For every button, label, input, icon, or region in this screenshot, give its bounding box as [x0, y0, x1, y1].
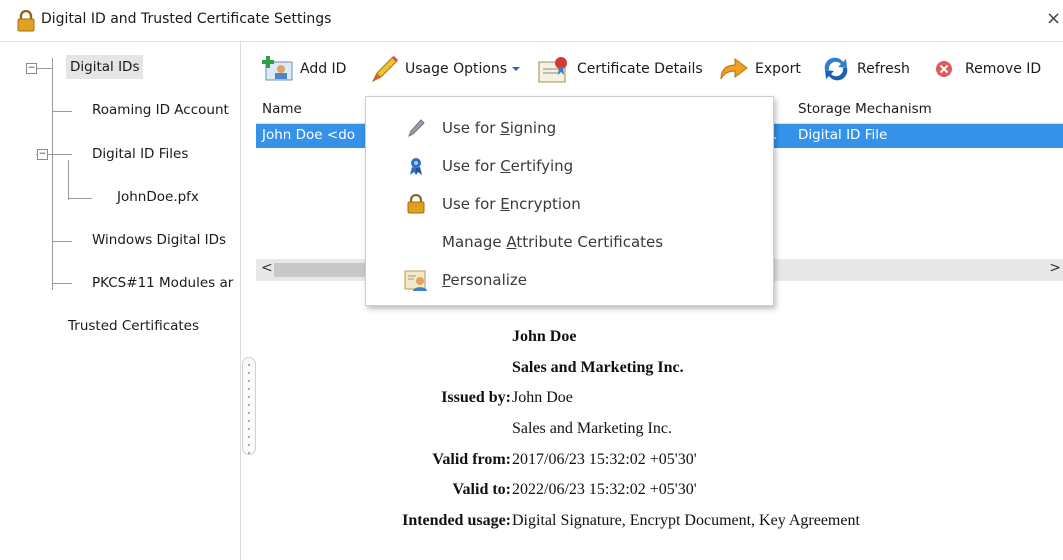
certificate-icon — [538, 57, 567, 83]
menu-item-use-for-encryption[interactable]: Use for Encryption — [366, 185, 773, 223]
usage-options-button[interactable]: Usage Options — [369, 55, 521, 83]
lock-icon — [17, 10, 35, 32]
menu-item-use-for-certifying[interactable]: Use for Certifying — [366, 147, 773, 185]
add-id-label: Add ID — [300, 61, 347, 77]
tree-connector — [68, 160, 69, 200]
collapse-toggle[interactable]: − — [26, 63, 37, 74]
tree-item-trusted-certificates[interactable]: Trusted Certificates — [68, 318, 199, 334]
splitter-grip[interactable] — [242, 357, 256, 455]
menu-item-label: Use for Signing — [442, 119, 557, 137]
export-label: Export — [755, 61, 801, 77]
chevron-down-icon — [512, 67, 521, 71]
column-header-storage[interactable]: Storage Mechanism — [798, 101, 932, 117]
menu-item-label: Use for Certifying — [442, 157, 574, 175]
scroll-thumb[interactable] — [274, 263, 374, 277]
menu-item-label: Use for Encryption — [442, 195, 581, 213]
tree-item-digital-ids[interactable]: Digital IDs — [66, 55, 144, 79]
certificate-details-button[interactable]: Certificate Details — [537, 56, 703, 83]
row-name-cell: John Doe <do — [262, 127, 356, 143]
window-title: Digital ID and Trusted Certificate Setti… — [41, 11, 332, 27]
valid-from-label: Valid from: — [432, 451, 511, 468]
menu-item-label: Personalize — [442, 271, 528, 289]
remove-id-label: Remove ID — [965, 61, 1042, 77]
refresh-icon — [824, 57, 848, 81]
pencil-icon — [371, 55, 399, 83]
tree-connector — [52, 241, 72, 242]
collapse-toggle[interactable]: − — [37, 149, 48, 160]
intended-usage-value: Digital Signature, Encrypt Document, Key… — [512, 512, 860, 529]
cert-subject-org: Sales and Marketing Inc. — [512, 359, 684, 376]
menu-item-label: Manage Attribute Certificates — [442, 233, 664, 251]
cert-subject-name: John Doe — [512, 328, 577, 345]
personalize-icon — [404, 270, 427, 291]
intended-usage-label: Intended usage: — [402, 512, 511, 529]
tree-connector — [52, 58, 53, 290]
menu-item-personalize[interactable]: Personalize — [366, 261, 773, 299]
tree-item-johndoe-pfx[interactable]: JohnDoe.pfx — [117, 189, 199, 205]
certificate-details-panel: John Doe Sales and Marketing Inc. Issued… — [256, 290, 1063, 560]
remove-id-button[interactable]: Remove ID — [933, 56, 1041, 82]
lock-icon — [407, 194, 425, 214]
tree-item-roaming-id[interactable]: Roaming ID Account — [92, 102, 229, 118]
close-icon[interactable]: × — [1046, 8, 1061, 29]
tree-connector — [36, 68, 52, 69]
row-storage-cell: Digital ID File — [798, 127, 888, 143]
tree-connector — [68, 198, 92, 199]
issued-by-value: John Doe — [512, 389, 573, 406]
menu-item-manage-attribute-certificates[interactable]: Manage Attribute Certificates — [366, 223, 773, 261]
ribbon-icon — [410, 158, 422, 175]
usage-options-label: Usage Options — [405, 61, 508, 77]
export-arrow-icon — [720, 58, 748, 80]
issued-by-label: Issued by: — [441, 389, 511, 406]
issued-by-org: Sales and Marketing Inc. — [512, 420, 672, 437]
export-button[interactable]: Export — [719, 56, 801, 82]
tree-item-digital-id-files[interactable]: Digital ID Files — [92, 146, 188, 162]
scroll-right-arrow[interactable]: > — [1049, 260, 1061, 276]
pen-icon — [408, 119, 425, 138]
tree-connector — [52, 111, 72, 112]
title-bar: Digital ID and Trusted Certificate Setti… — [0, 0, 1063, 42]
refresh-label: Refresh — [857, 61, 910, 77]
add-id-icon — [262, 56, 293, 81]
remove-circle-icon — [936, 61, 952, 77]
valid-to-value: 2022/06/23 15:32:02 +05'30' — [512, 481, 697, 498]
toolbar: Add ID Usage Options Certificate Details… — [256, 44, 1063, 93]
tree-item-windows-digital-ids[interactable]: Windows Digital IDs — [92, 232, 226, 248]
valid-from-value: 2017/06/23 15:32:02 +05'30' — [512, 451, 697, 468]
menu-item-use-for-signing[interactable]: Use for Signing — [366, 109, 773, 147]
column-header-name[interactable]: Name — [262, 101, 302, 117]
usage-options-menu: Use for Signing Use for Certifying Use f… — [365, 96, 774, 306]
tree-connector — [52, 283, 72, 284]
tree-item-pkcs11[interactable]: PKCS#11 Modules ar — [92, 275, 233, 291]
valid-to-label: Valid to: — [452, 481, 511, 498]
add-id-button[interactable]: Add ID — [262, 56, 346, 82]
pane-splitter[interactable] — [240, 42, 257, 560]
tree-panel: − − Digital IDs Roaming ID Account Digit… — [0, 42, 240, 560]
refresh-button[interactable]: Refresh — [821, 56, 910, 82]
certificate-details-label: Certificate Details — [577, 61, 703, 77]
scroll-left-arrow[interactable]: < — [261, 260, 273, 276]
